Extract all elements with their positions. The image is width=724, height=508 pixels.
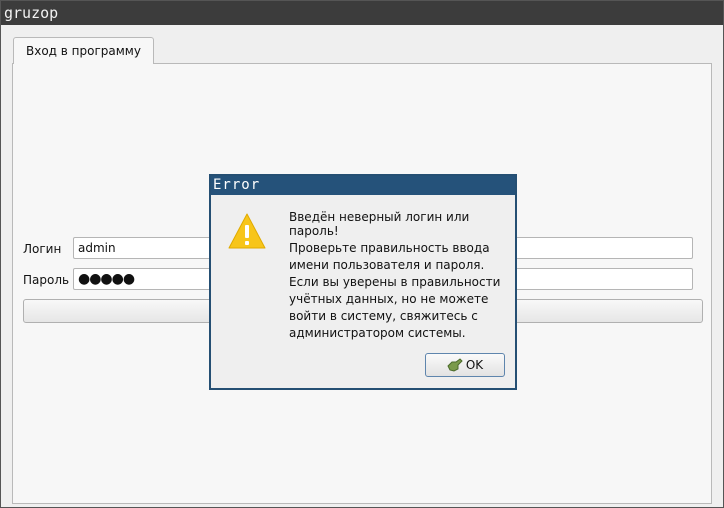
dialog-message-body: Проверьте правильность ввода имени польз… — [289, 241, 501, 340]
window-content: Вход в программу Логин admin Пароль ●●●●… — [1, 25, 723, 507]
tab-login[interactable]: Вход в программу — [13, 37, 154, 64]
password-label: Пароль — [23, 273, 70, 287]
error-dialog: Error Введён неверный логин или пароль! … — [209, 174, 517, 390]
ok-button[interactable]: OK — [425, 353, 505, 377]
ok-hand-icon — [447, 358, 463, 372]
app-window: gruzop Вход в программу Логин admin Паро… — [0, 0, 724, 508]
window-title: gruzop — [1, 1, 723, 25]
dialog-title: Error — [211, 176, 515, 195]
warning-icon — [228, 213, 266, 249]
login-label: Логин — [23, 242, 62, 256]
dialog-message-title: Введён неверный логин или пароль! — [289, 210, 470, 238]
ok-button-label: OK — [465, 358, 484, 372]
